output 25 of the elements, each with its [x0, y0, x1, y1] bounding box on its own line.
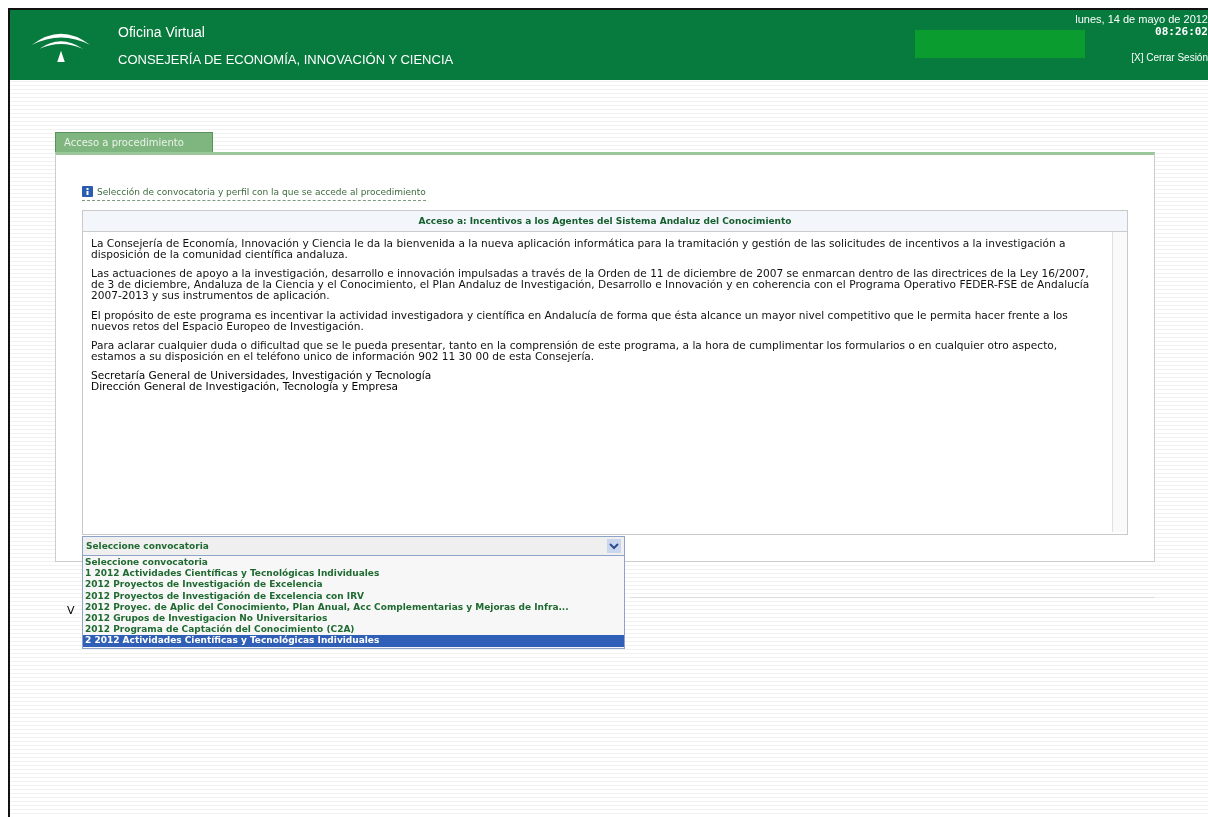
paragraph: El propósito de este programa es incentivar la actividad investigadora y científica en Andalucía de forma que ésta alcance un mayor nivel competitivo que le permita hacer frente a los nuevos retos del Espacio Europeo de Investigación.: [91, 309, 1069, 332]
department-title: CONSEJERÍA DE ECONOMÍA, INNOVACIÓN Y CIENCIA: [118, 51, 455, 67]
signature-line: Dirección General de Investigación, Tecnología y Empresa: [91, 381, 398, 393]
dropdown-option[interactable]: 2012 Grupos de Investigacion No Universitarios: [83, 613, 624, 625]
date-text: lunes, 14 de mayo de 2012: [1075, 13, 1208, 25]
dropdown-option[interactable]: 2012 Programa de Captación del Conocimiento (C2A): [83, 624, 624, 636]
scrollbar[interactable]: [1112, 232, 1127, 532]
dropdown-option[interactable]: 2012 Proyectos de Investigación de Excelencia con IRV: [83, 590, 624, 602]
info-text: Selección de convocatoria y perfil con la que se accede al procedimiento: [97, 186, 426, 197]
info-icon: [82, 186, 93, 197]
dropdown-option[interactable]: 2 2012 Actividades Científicas y Tecnológicas Individuales: [83, 635, 624, 647]
app-title: Oficina Virtual: [118, 23, 206, 40]
signature-line: Secretaría General de Universidades, Investigación y Tecnología: [91, 370, 433, 381]
hidden-text: V: [67, 605, 75, 617]
paragraph: Las actuaciones de apoyo a la investigación, desarrollo e innovación impulsadas a través de la Orden de 11 de diciembre de 2007 se enmarcan dentro de las directrices de la Ley 16/2007, de 3 de diciembre, Andaluza de la Ciencia y el Conocimiento, el Plan Andaluz de Investigación, Desarrollo e Innovación y en coherencia con el Programa Operativo FEDER-FSE de Andalucía 2007-2013 y sus instrumentos de aplicación.: [91, 268, 1091, 302]
dropdown-option[interactable]: 2012 Proyectos de Investigación de Excelencia: [83, 579, 624, 591]
logout-link[interactable]: [X] Cerrar Sesión: [1131, 52, 1208, 63]
paragraph: Para aclarar cualquier duda o dificultad que se le pueda presentar, tanto en la comprensión de este programa, a la hora de cumplimentar los formularios o en cualquier otro aspecto, estamos a su disposición en el teléfono unico de información 902 11 30 00 de esta Consejería.: [91, 339, 1059, 362]
dropdown-option[interactable]: 2012 Proyec. de Aplic del Conocimiento, Plan Anual, Acc Complementarias y Mejoras de Infra...: [83, 601, 624, 613]
paragraph: La Consejería de Economía, Innovación y Ciencia le da la bienvenida a la nueva aplicación informática para la tramitación y gestión de las solicitudes de incentivos a la investigación a disposición de la comunidad científica andaluza.: [91, 238, 1067, 261]
box-title: Acceso a: Incentivos a los Agentes del Sistema Andaluz del Conocimiento: [83, 211, 1127, 232]
dropdown-option[interactable]: 1 2012 Actividades Científicas y Tecnológicas Individuales: [83, 568, 624, 580]
time-text: 08:26:02: [1155, 25, 1208, 38]
dropdown-option[interactable]: Seleccione convocatoria: [83, 557, 624, 569]
select-field[interactable]: Seleccione convocatoria: [82, 536, 625, 556]
